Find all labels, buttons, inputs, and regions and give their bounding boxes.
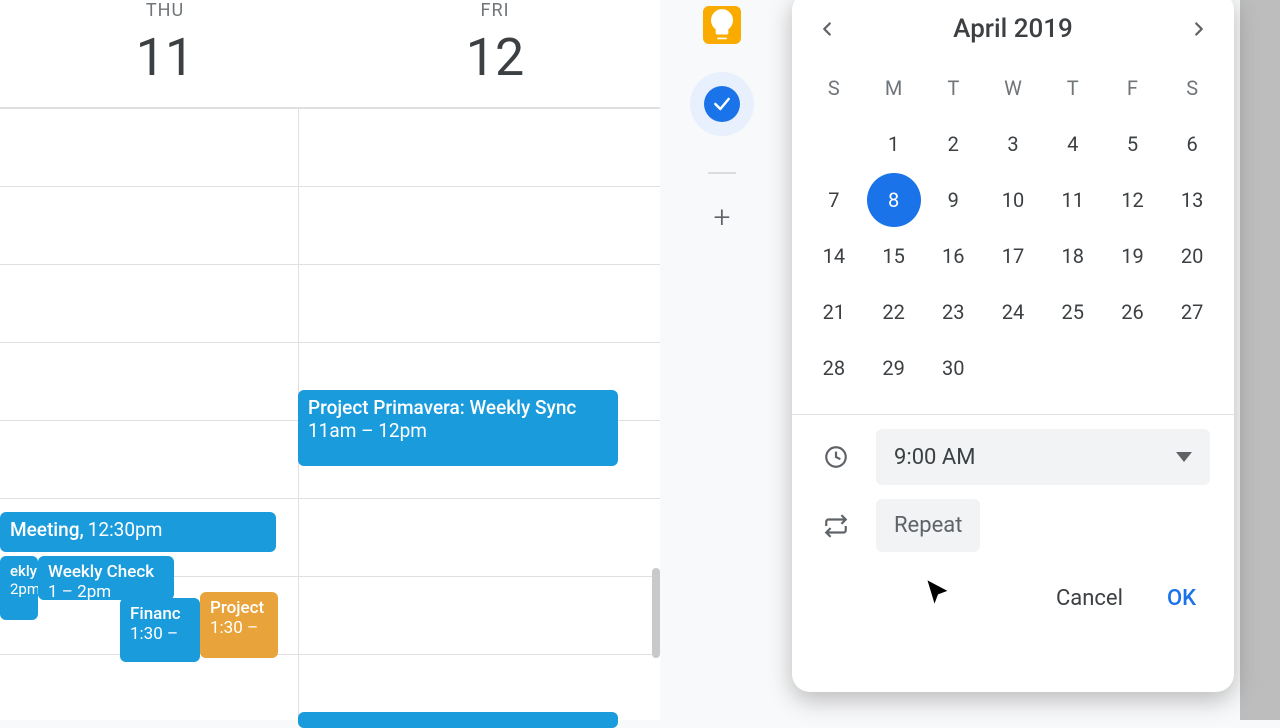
time-dropdown[interactable]: 9:00 AM: [876, 429, 1210, 485]
event-title: ekly: [10, 562, 28, 580]
weekday: S: [1162, 60, 1222, 116]
day-cell[interactable]: 23: [923, 284, 983, 340]
weekday: M: [864, 60, 924, 116]
week-row: 78910111213: [804, 172, 1222, 228]
event-weekly-cut[interactable]: ekly 2pm: [0, 556, 38, 620]
day-column-fri[interactable]: FRI 12: [330, 0, 660, 107]
day-cell[interactable]: 28: [804, 340, 864, 396]
event-time: 11am – 12pm: [308, 419, 608, 442]
day-cell[interactable]: 30: [923, 340, 983, 396]
day-cell[interactable]: 22: [864, 284, 924, 340]
sidebar-divider: [708, 172, 736, 174]
day-cell[interactable]: 8: [867, 173, 921, 227]
add-addon-button[interactable]: +: [703, 198, 741, 236]
event-time: 1:30 –: [210, 618, 268, 638]
prev-month-button[interactable]: [810, 12, 844, 46]
day-cell[interactable]: 15: [864, 228, 924, 284]
time-row: 9:00 AM: [804, 415, 1222, 485]
day-abbr: FRI: [330, 0, 660, 21]
clock-icon: [816, 444, 856, 470]
event-title: Project: [210, 598, 268, 618]
day-number: 11: [0, 27, 330, 88]
day-cell[interactable]: 18: [1043, 228, 1103, 284]
week-row: 123456: [804, 116, 1222, 172]
month-label: April 2019: [953, 14, 1073, 44]
repeat-row: Repeat: [804, 485, 1222, 552]
next-month-button[interactable]: [1182, 12, 1216, 46]
day-cell[interactable]: 21: [804, 284, 864, 340]
backdrop-edge: [1240, 0, 1280, 720]
weekday: T: [1043, 60, 1103, 116]
day-cell[interactable]: 1: [864, 116, 924, 172]
addon-sidebar: +: [686, 0, 758, 720]
repeat-icon: [816, 513, 856, 539]
weekday: S: [804, 60, 864, 116]
calendar-week-view: THU 11 FRI 12 Project Primavera: Weekly …: [0, 0, 660, 720]
dropdown-caret-icon: [1176, 452, 1192, 462]
day-cell[interactable]: 5: [1103, 116, 1163, 172]
event-title: Weekly Check: [48, 562, 164, 582]
weekday: F: [1103, 60, 1163, 116]
event-title: Financ: [130, 604, 190, 624]
day-cell[interactable]: 12: [1103, 172, 1163, 228]
day-cell[interactable]: 6: [1162, 116, 1222, 172]
calendar-grid: 1234567891011121314151617181920212223242…: [804, 116, 1222, 396]
day-abbr: THU: [0, 0, 330, 21]
day-cell[interactable]: 17: [983, 228, 1043, 284]
day-cell[interactable]: 11: [1043, 172, 1103, 228]
event-title: Meeting,: [10, 518, 84, 541]
day-cell[interactable]: 7: [804, 172, 864, 228]
event-time: 1:30 –: [130, 624, 190, 644]
week-row: 282930: [804, 340, 1222, 396]
day-cell[interactable]: 13: [1162, 172, 1222, 228]
day-number: 12: [330, 27, 660, 88]
day-cell: [1103, 340, 1163, 396]
day-cell[interactable]: 20: [1162, 228, 1222, 284]
day-cell[interactable]: 10: [983, 172, 1043, 228]
day-cell[interactable]: 9: [923, 172, 983, 228]
scrollbar-thumb[interactable]: [652, 568, 660, 658]
day-cell: [804, 116, 864, 172]
day-cell[interactable]: 4: [1043, 116, 1103, 172]
weekday-header: S M T W T F S: [804, 60, 1222, 116]
ok-button[interactable]: OK: [1167, 586, 1196, 611]
day-cell[interactable]: 3: [983, 116, 1043, 172]
weekday: W: [983, 60, 1043, 116]
dialog-actions: Cancel OK: [804, 552, 1222, 611]
event-title: Project Primavera: Weekly Sync: [308, 396, 608, 419]
week-row: 21222324252627: [804, 284, 1222, 340]
event-partial[interactable]: [298, 712, 618, 728]
calendar-body[interactable]: Project Primavera: Weekly Sync 11am – 12…: [0, 108, 660, 720]
day-cell[interactable]: 14: [804, 228, 864, 284]
day-column-thu[interactable]: THU 11: [0, 0, 330, 107]
day-cell[interactable]: 24: [983, 284, 1043, 340]
time-value: 9:00 AM: [894, 445, 975, 470]
day-cell: [1162, 340, 1222, 396]
event-time: 12:30pm: [88, 518, 163, 541]
keep-icon[interactable]: [703, 6, 741, 44]
event-finance[interactable]: Financ 1:30 –: [120, 598, 200, 662]
month-nav: April 2019: [804, 12, 1222, 60]
event-project[interactable]: Project 1:30 –: [200, 592, 278, 658]
day-cell[interactable]: 29: [864, 340, 924, 396]
event-time: 2pm: [10, 580, 28, 598]
calendar-header: THU 11 FRI 12: [0, 0, 660, 108]
cancel-button[interactable]: Cancel: [1056, 586, 1123, 611]
repeat-button[interactable]: Repeat: [876, 499, 980, 552]
event-weekly-check[interactable]: Weekly Check 1 – 2pm: [38, 556, 174, 600]
day-cell[interactable]: 25: [1043, 284, 1103, 340]
day-cell: [1043, 340, 1103, 396]
week-row: 14151617181920: [804, 228, 1222, 284]
event-meeting[interactable]: Meeting, 12:30pm: [0, 512, 276, 552]
event-primavera[interactable]: Project Primavera: Weekly Sync 11am – 12…: [298, 390, 618, 466]
day-cell[interactable]: 26: [1103, 284, 1163, 340]
day-cell[interactable]: 2: [923, 116, 983, 172]
date-picker-dialog: April 2019 S M T W T F S 123456789101112…: [792, 0, 1234, 692]
day-cell[interactable]: 19: [1103, 228, 1163, 284]
day-cell[interactable]: 16: [923, 228, 983, 284]
day-cell: [983, 340, 1043, 396]
day-cell[interactable]: 27: [1162, 284, 1222, 340]
weekday: T: [923, 60, 983, 116]
tasks-icon[interactable]: [690, 72, 754, 136]
